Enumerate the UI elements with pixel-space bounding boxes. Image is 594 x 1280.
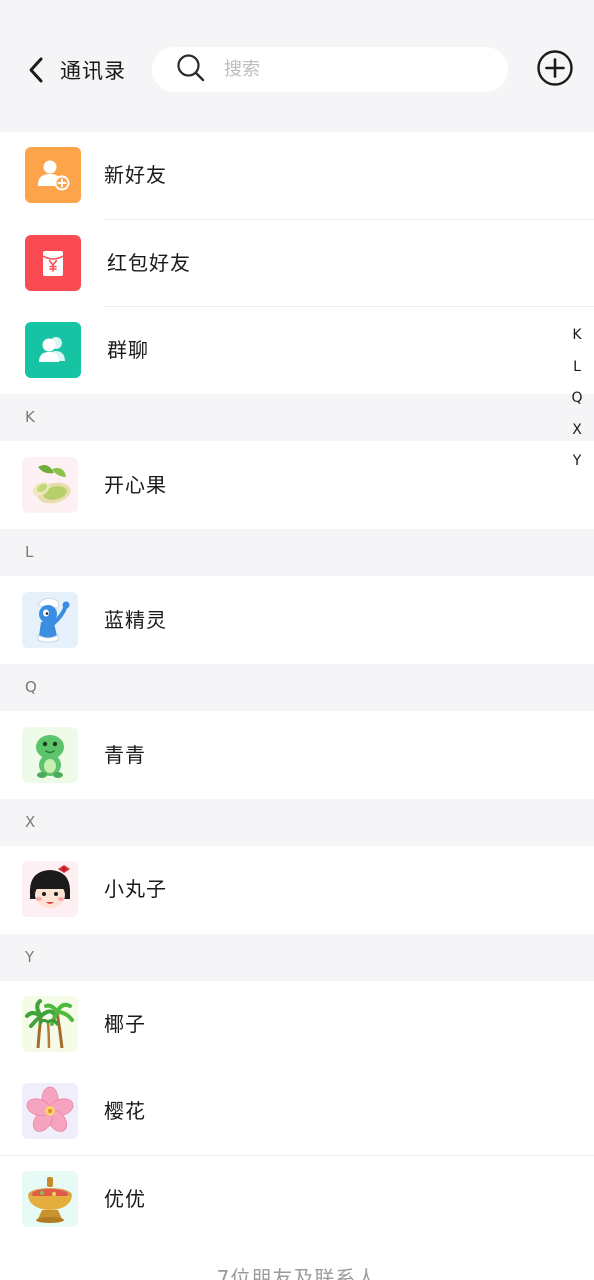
- function-label: 群聊: [107, 338, 149, 362]
- contact-row[interactable]: 青青: [0, 712, 594, 799]
- contact-name: 优优: [104, 1187, 146, 1211]
- alphabet-index-bar[interactable]: K L Q X Y: [560, 320, 594, 478]
- red-packet-icon: [25, 235, 81, 291]
- function-label: 新好友: [104, 163, 167, 187]
- function-row-red-packet-friends[interactable]: 红包好友: [0, 220, 594, 307]
- contact-row[interactable]: 开心果: [0, 442, 594, 529]
- page-title: 通讯录: [60, 59, 126, 83]
- section-letter: K: [25, 408, 35, 426]
- green-dino-avatar: [22, 727, 78, 783]
- contact-row[interactable]: 优优: [0, 1156, 594, 1243]
- contact-name: 蓝精灵: [104, 608, 167, 632]
- palm-tree-avatar: [22, 996, 78, 1052]
- contact-row[interactable]: 小丸子: [0, 846, 594, 933]
- index-letter-x[interactable]: X: [560, 415, 594, 447]
- new-friend-icon: [25, 147, 81, 203]
- smurf-avatar: [22, 592, 78, 648]
- section-header-y: Y: [0, 934, 594, 981]
- function-label: 红包好友: [107, 251, 191, 275]
- search-bar[interactable]: [152, 47, 508, 92]
- contact-name: 樱花: [104, 1099, 146, 1123]
- add-contact-button[interactable]: [535, 50, 575, 90]
- contact-row[interactable]: 椰子: [0, 981, 594, 1068]
- section-letter: Y: [25, 948, 35, 966]
- contact-name: 青青: [104, 743, 146, 767]
- section-letter: X: [25, 813, 36, 831]
- plus-circle-icon: [536, 49, 574, 91]
- top-bar: 通讯录: [0, 0, 594, 132]
- index-letter-y[interactable]: Y: [560, 446, 594, 478]
- section-letter: L: [25, 543, 34, 561]
- sakura-avatar: [22, 1083, 78, 1139]
- index-letter-q[interactable]: Q: [560, 383, 594, 415]
- contact-count-footer: 7位朋友及联系人: [216, 1266, 378, 1280]
- maruko-avatar: [22, 861, 78, 917]
- section-letter: Q: [25, 678, 37, 696]
- index-letter-l[interactable]: L: [560, 352, 594, 384]
- section-header-l: L: [0, 529, 594, 576]
- section-header-q: Q: [0, 664, 594, 711]
- search-input[interactable]: [222, 58, 476, 81]
- chevron-left-icon: [22, 56, 50, 84]
- group-chat-icon: [25, 322, 81, 378]
- back-button[interactable]: 通讯录: [22, 48, 126, 92]
- contact-name: 椰子: [104, 1012, 146, 1036]
- index-letter-k[interactable]: K: [560, 320, 594, 352]
- function-row-new-friend[interactable]: 新好友: [0, 132, 594, 219]
- section-header-k: K: [0, 394, 594, 441]
- section-header-x: X: [0, 799, 594, 846]
- function-row-group-chat[interactable]: 群聊: [0, 307, 594, 394]
- contact-row[interactable]: 樱花: [0, 1068, 594, 1155]
- contact-row[interactable]: 蓝精灵: [0, 577, 594, 664]
- contacts-screen: 通讯录 搜索 新好友 红包好友 群聊 K 开心果 L 蓝精灵 Q 青青 X 小丸…: [0, 0, 594, 1280]
- contact-name: 小丸子: [104, 877, 167, 901]
- contact-name: 开心果: [104, 473, 167, 497]
- pistachio-avatar: [22, 457, 78, 513]
- hotpot-avatar: [22, 1171, 78, 1227]
- search-icon: [176, 53, 206, 87]
